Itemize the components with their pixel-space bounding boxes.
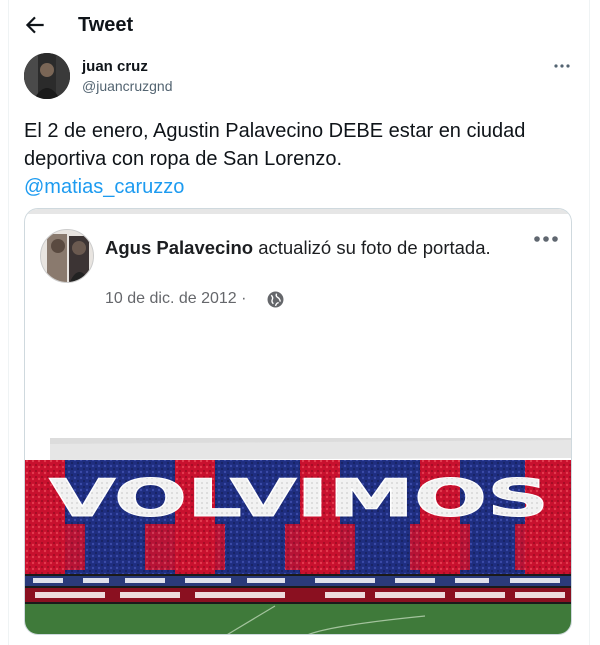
- author-name[interactable]: juan cruz: [82, 58, 148, 76]
- mention-link[interactable]: @matias_caruzzo: [24, 176, 184, 198]
- more-options-icon[interactable]: [552, 56, 572, 76]
- tweet-text: El 2 de enero, Agustin Palavecino DEBE e…: [24, 117, 574, 201]
- back-arrow-icon[interactable]: [22, 12, 48, 38]
- top-bar: Tweet: [0, 0, 600, 50]
- author-handle[interactable]: @juancruzgnd: [82, 77, 173, 95]
- fb-post-heading: Agus Palavecino actualizó su foto de por…: [105, 235, 505, 261]
- cover-photo[interactable]: VOLVIMOS: [25, 326, 572, 635]
- fb-action-text: actualizó su foto de portada.: [253, 237, 491, 258]
- embedded-facebook-post[interactable]: Agus Palavecino actualizó su foto de por…: [24, 208, 572, 635]
- page-title: Tweet: [78, 14, 134, 36]
- fb-avatar[interactable]: [40, 229, 94, 283]
- globe-icon: [267, 291, 284, 308]
- fb-post-date[interactable]: 10 de dic. de 2012 ·: [105, 289, 246, 309]
- fb-more-options-icon[interactable]: [533, 233, 559, 245]
- avatar[interactable]: [24, 53, 70, 99]
- banner-text: VOLVIMOS: [49, 469, 549, 529]
- tweet-body: El 2 de enero, Agustin Palavecino DEBE e…: [24, 120, 526, 170]
- card-top-band: [25, 209, 571, 214]
- fb-author-name[interactable]: Agus Palavecino: [105, 237, 253, 258]
